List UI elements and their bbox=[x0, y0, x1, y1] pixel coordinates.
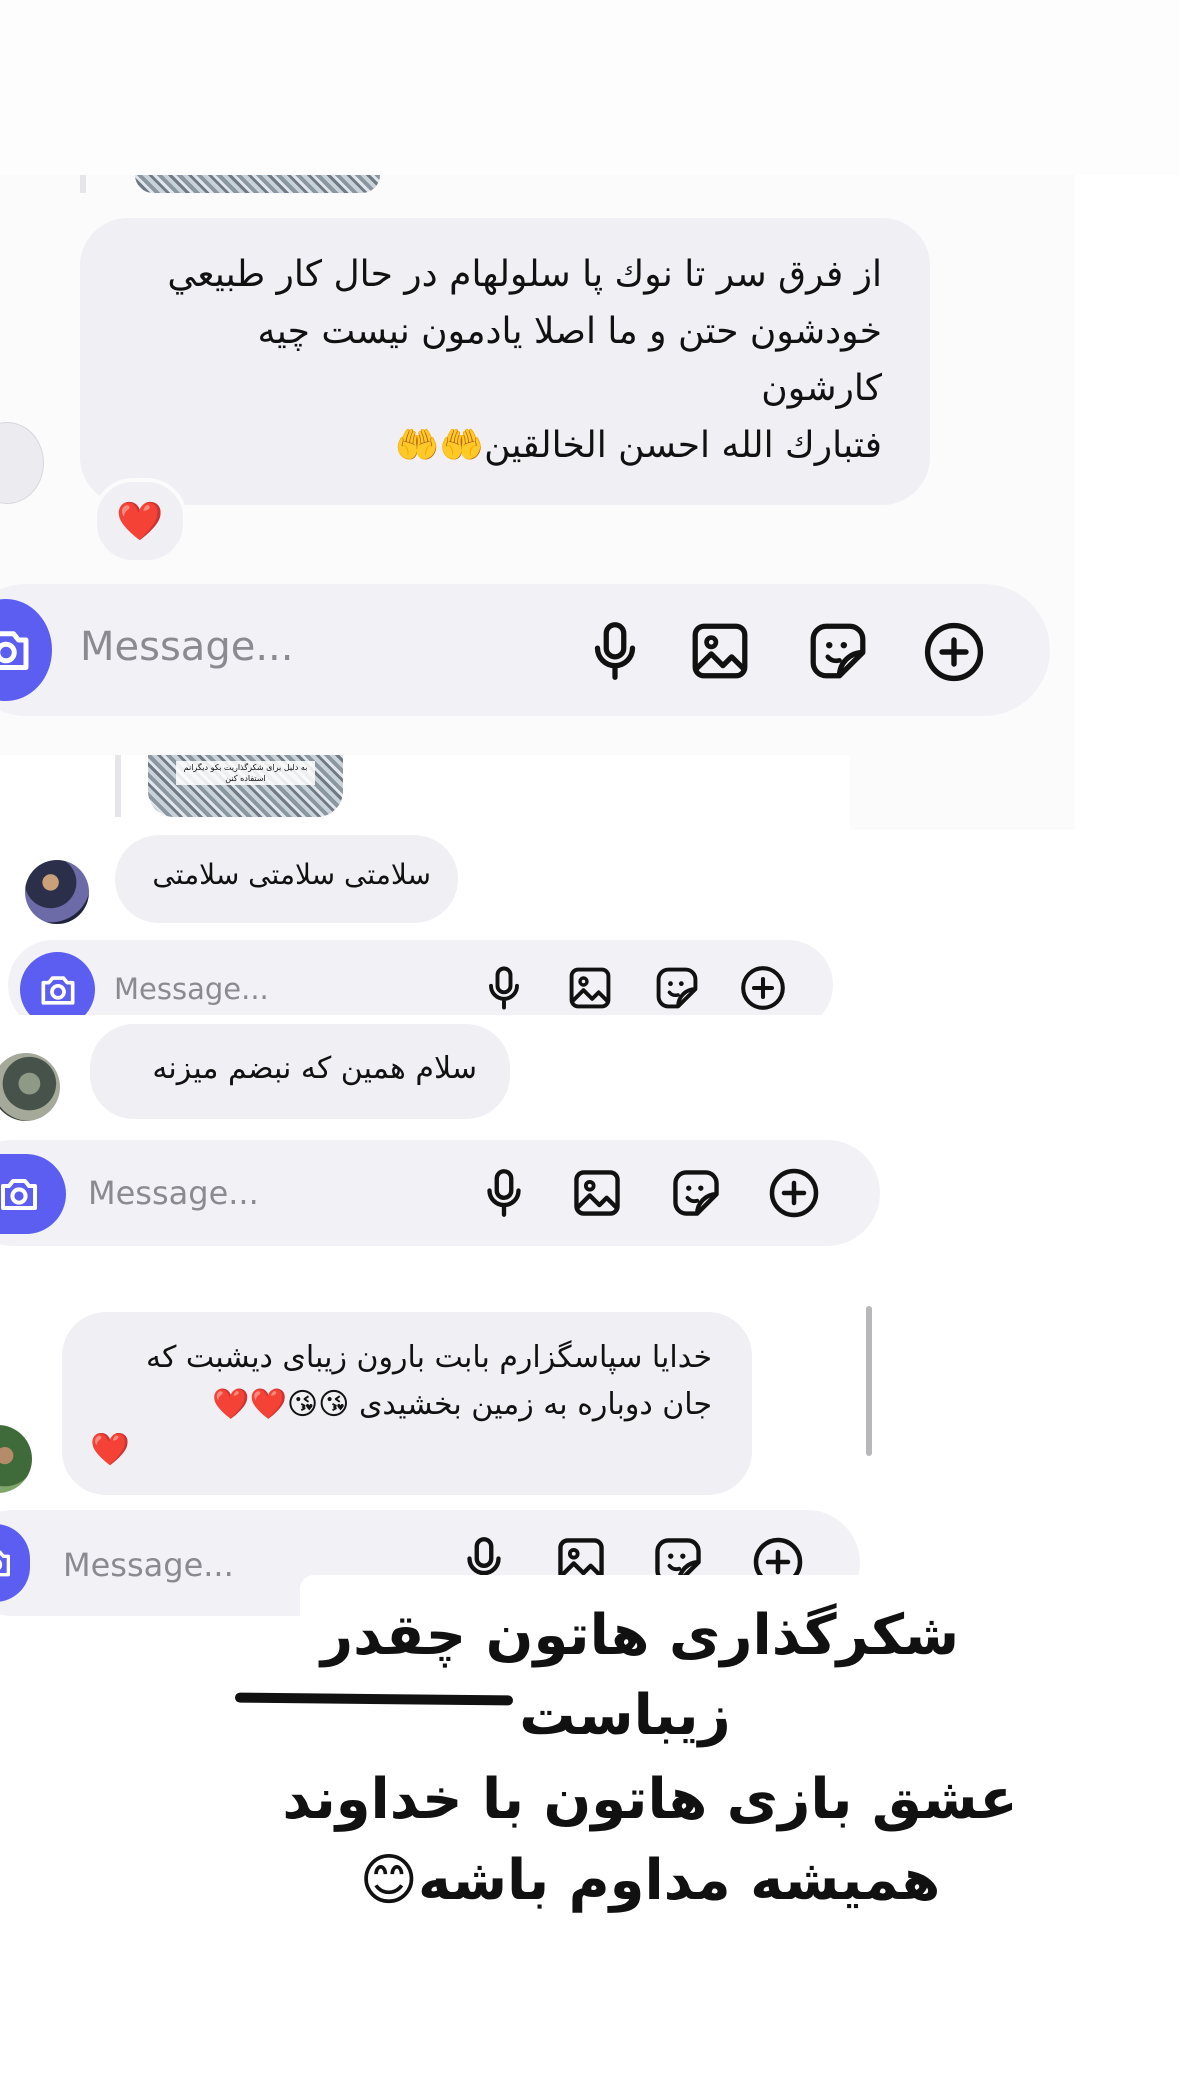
message-line: خودشون حتن و ما اصلا يادمون نيست چيه bbox=[257, 311, 883, 352]
message-line: كارشون bbox=[761, 368, 882, 409]
caption-line: همیشه مداوم باشه😊 bbox=[359, 1848, 941, 1913]
message-bubble[interactable]: خدایا سپاسگزارم بابت بارون زیبای دیشبت ک… bbox=[62, 1312, 752, 1495]
camera-button[interactable] bbox=[0, 1524, 30, 1602]
sticker-icon[interactable] bbox=[803, 616, 873, 686]
message-composer: Message... bbox=[0, 1140, 880, 1246]
chat-screenshot-4: خدایا سپاسگزارم بابت بارون زیبای دیشبت ک… bbox=[0, 1270, 880, 1625]
camera-icon bbox=[0, 631, 29, 670]
thumbnail-caption: به دلیل برای شکرگذاریت بکو دیگرانم استفا… bbox=[176, 761, 315, 785]
scrollbar[interactable] bbox=[866, 1306, 872, 1456]
message-input[interactable]: Message... bbox=[88, 1174, 259, 1212]
chat-screenshot-3: سلام همین که نبضم میزنه Message... bbox=[0, 1015, 900, 1250]
plus-circle-icon[interactable] bbox=[736, 961, 790, 1015]
caption-line: شکرگذاری هاتون چقدر bbox=[320, 1603, 960, 1668]
message-line: از فرق سر تا نوك پا سلولهام در حال كار ط… bbox=[167, 254, 882, 295]
plus-circle-icon[interactable] bbox=[918, 616, 990, 688]
gallery-icon[interactable] bbox=[564, 962, 616, 1014]
reply-indicator-line bbox=[115, 755, 121, 817]
top-blank-area bbox=[0, 0, 1179, 175]
reply-image-thumbnail: به دلیل برای شکرگذاریت بکو دیگرانم استفا… bbox=[148, 755, 343, 817]
message-line: جان دوباره به زمین بخشیدی 😘😘❤️❤️ bbox=[212, 1387, 712, 1422]
avatar[interactable] bbox=[0, 1425, 32, 1493]
avatar[interactable] bbox=[0, 422, 44, 504]
message-line: خدایا سپاسگزارم بابت بارون زیبای دیشبت ک… bbox=[146, 1340, 712, 1375]
gallery-icon[interactable] bbox=[568, 1164, 626, 1222]
gallery-icon[interactable] bbox=[685, 616, 755, 686]
camera-button[interactable] bbox=[0, 599, 52, 701]
message-line: فتبارك الله احسن الخالقين🤲🤲 bbox=[394, 425, 882, 466]
avatar[interactable] bbox=[25, 860, 89, 924]
camera-icon bbox=[0, 1550, 10, 1577]
caption-line: زیباست bbox=[519, 1683, 731, 1748]
microphone-icon[interactable] bbox=[475, 1164, 533, 1222]
microphone-icon[interactable] bbox=[478, 962, 530, 1014]
plus-circle-icon[interactable] bbox=[764, 1163, 824, 1223]
message-text: سلامتی سلامتی سلامتی bbox=[152, 858, 431, 891]
reply-indicator-line bbox=[80, 175, 86, 193]
message-input[interactable]: Message... bbox=[80, 624, 293, 670]
reaction-badge[interactable]: ❤️ bbox=[93, 478, 187, 564]
chat-screenshot-2: به دلیل برای شکرگذاریت بکو دیگرانم استفا… bbox=[0, 755, 850, 1030]
message-bubble[interactable]: سلامتی سلامتی سلامتی bbox=[115, 835, 458, 923]
message-line: ❤️ bbox=[90, 1430, 130, 1468]
sticker-icon[interactable] bbox=[651, 962, 703, 1014]
message-composer: Message... bbox=[0, 584, 1050, 716]
camera-icon bbox=[1, 1179, 37, 1210]
message-input[interactable]: Message... bbox=[63, 1546, 234, 1584]
camera-button[interactable] bbox=[0, 1154, 66, 1234]
message-text: سلام همین که نبضم میزنه bbox=[152, 1051, 477, 1086]
avatar[interactable] bbox=[0, 1053, 60, 1121]
message-input[interactable]: Message... bbox=[114, 972, 269, 1006]
message-bubble[interactable]: سلام همین که نبضم میزنه bbox=[90, 1024, 510, 1119]
microphone-icon[interactable] bbox=[580, 616, 650, 686]
message-bubble[interactable]: از فرق سر تا نوك پا سلولهام در حال كار ط… bbox=[80, 218, 930, 505]
caption-line: عشق بازی هاتون با خداوند bbox=[282, 1767, 1018, 1832]
chat-screenshot-1: از فرق سر تا نوك پا سلولهام در حال كار ط… bbox=[0, 175, 1075, 830]
camera-icon bbox=[41, 975, 74, 1005]
sticker-icon[interactable] bbox=[667, 1164, 725, 1222]
reply-image-thumbnail bbox=[135, 175, 380, 193]
heart-reaction: ❤️ bbox=[116, 498, 164, 543]
